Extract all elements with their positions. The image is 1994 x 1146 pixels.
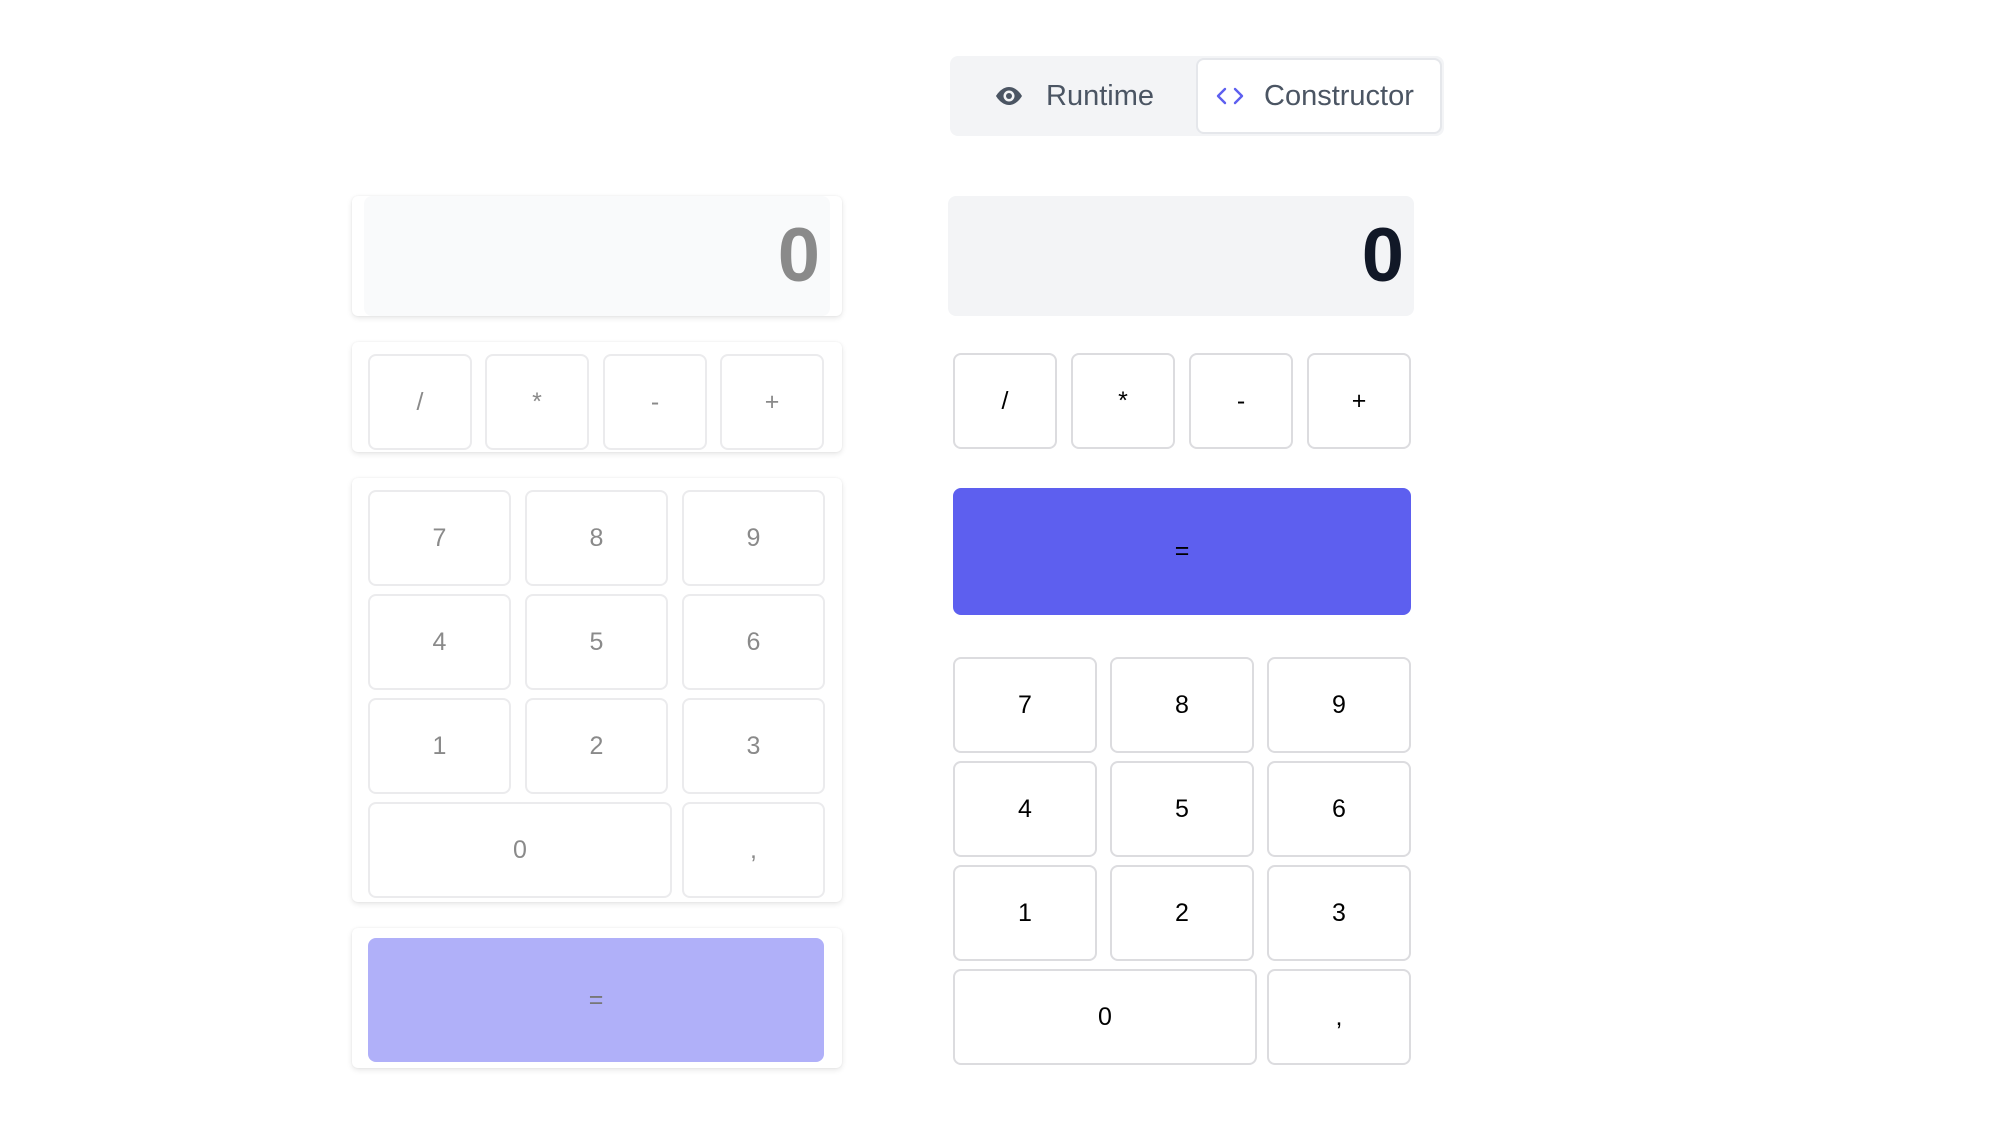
- constructor-mode-button[interactable]: Constructor: [1196, 58, 1442, 134]
- code-brackets-icon: [1216, 86, 1244, 106]
- canvas-multiply-key[interactable]: *: [1071, 353, 1175, 449]
- palette-comma-key: ,: [682, 802, 825, 898]
- mode-toggle: Runtime Constructor: [950, 56, 1444, 136]
- palette-plus-key: +: [720, 354, 824, 450]
- canvas-divide-key[interactable]: /: [953, 353, 1057, 449]
- canvas-digit-6[interactable]: 6: [1267, 761, 1411, 857]
- palette-display-value: 0: [777, 213, 820, 298]
- eye-icon: [994, 86, 1024, 106]
- runtime-label: Runtime: [1046, 79, 1154, 112]
- palette-operators-block[interactable]: / * - +: [352, 342, 842, 452]
- canvas-comma-key[interactable]: ,: [1267, 969, 1411, 1065]
- canvas-digit-2[interactable]: 2: [1110, 865, 1254, 961]
- canvas-digit-9[interactable]: 9: [1267, 657, 1411, 753]
- canvas-digit-4[interactable]: 4: [953, 761, 1097, 857]
- constructor-label: Constructor: [1264, 79, 1414, 112]
- canvas-digit-8[interactable]: 8: [1110, 657, 1254, 753]
- canvas-display-value: 0: [1361, 213, 1404, 298]
- palette-digit-5: 5: [525, 594, 668, 690]
- palette-digits-block[interactable]: 7 8 9 4 5 6 1 2 3 0 ,: [352, 478, 842, 902]
- canvas-digit-7[interactable]: 7: [953, 657, 1097, 753]
- calculator-constructor-page: Runtime Constructor 0 / * - + 7 8 9 4 5 …: [0, 0, 1994, 1146]
- palette-digit-2: 2: [525, 698, 668, 794]
- palette-multiply-key: *: [485, 354, 589, 450]
- canvas-digit-1[interactable]: 1: [953, 865, 1097, 961]
- canvas-digit-3[interactable]: 3: [1267, 865, 1411, 961]
- palette-digit-9: 9: [682, 490, 825, 586]
- palette-digit-7: 7: [368, 490, 511, 586]
- canvas-digit-0[interactable]: 0: [953, 969, 1257, 1065]
- palette-minus-key: -: [603, 354, 707, 450]
- canvas-digit-5[interactable]: 5: [1110, 761, 1254, 857]
- palette-display: 0: [364, 196, 830, 316]
- canvas-equals-key[interactable]: =: [953, 488, 1411, 615]
- palette-digit-6: 6: [682, 594, 825, 690]
- palette-digit-1: 1: [368, 698, 511, 794]
- palette-equals-key: =: [368, 938, 824, 1062]
- palette-digit-4: 4: [368, 594, 511, 690]
- canvas-plus-key[interactable]: +: [1307, 353, 1411, 449]
- palette-divide-key: /: [368, 354, 472, 450]
- palette-digit-3: 3: [682, 698, 825, 794]
- palette-digit-8: 8: [525, 490, 668, 586]
- canvas-minus-key[interactable]: -: [1189, 353, 1293, 449]
- palette-digit-0: 0: [368, 802, 672, 898]
- palette-display-block[interactable]: 0: [352, 196, 842, 316]
- runtime-mode-button[interactable]: Runtime: [994, 58, 1194, 134]
- canvas-display[interactable]: 0: [948, 196, 1414, 316]
- palette-equals-block[interactable]: =: [352, 928, 842, 1068]
